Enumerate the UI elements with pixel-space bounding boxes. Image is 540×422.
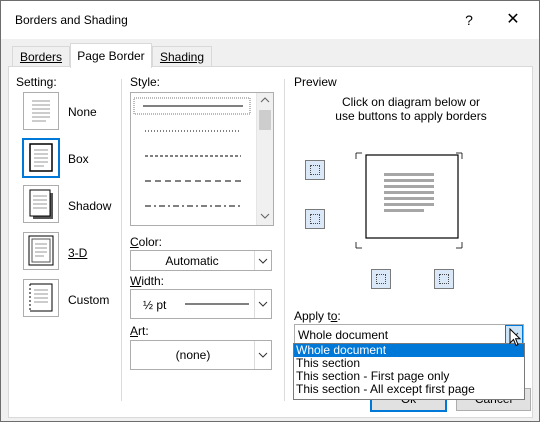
none-lines-graphic bbox=[32, 100, 50, 122]
color-label-rest: olor: bbox=[138, 235, 163, 249]
style-line-samples bbox=[133, 97, 251, 207]
box-graphic bbox=[29, 143, 53, 172]
apply-to-value: Whole document bbox=[298, 328, 389, 342]
art-label: Art: bbox=[130, 324, 149, 338]
art-value: (none) bbox=[175, 348, 211, 362]
color-dropdown[interactable]: Automatic bbox=[130, 250, 272, 271]
right-border-button[interactable] bbox=[434, 269, 454, 289]
preview-instructions-line2: use buttons to apply borders bbox=[335, 109, 487, 123]
setting-3d-label[interactable]: 3-D bbox=[68, 246, 87, 260]
bottom-border-button[interactable] bbox=[305, 209, 325, 229]
tab-shading[interactable]: Shading bbox=[152, 46, 212, 67]
color-label: Color: bbox=[130, 235, 163, 249]
scroll-thumb bbox=[259, 110, 271, 130]
borders-and-shading-dialog: Borders and Shading ? ✕ Borders Page Bor… bbox=[0, 0, 540, 422]
tab-shading-label: Shading bbox=[159, 50, 205, 64]
setting-shadow-icon[interactable] bbox=[23, 185, 59, 223]
setting-none-icon[interactable] bbox=[23, 92, 59, 130]
setting-none-label[interactable]: None bbox=[68, 105, 97, 119]
3d-graphic bbox=[28, 235, 54, 266]
setting-label: Setting: bbox=[16, 75, 57, 89]
scroll-down-arrow-icon bbox=[260, 213, 270, 219]
width-label: Width: bbox=[130, 274, 165, 288]
tab-page-border[interactable]: Page Border bbox=[70, 43, 152, 68]
chevron-down-icon[interactable] bbox=[254, 251, 271, 270]
column-divider bbox=[121, 79, 122, 401]
setting-box-label[interactable]: Box bbox=[68, 152, 89, 166]
apply-to-label: Apply to: bbox=[294, 309, 341, 323]
apply-to-option[interactable]: This section - All except first page bbox=[294, 383, 524, 396]
width-dropdown[interactable]: ½ pt bbox=[130, 289, 272, 319]
top-border-button[interactable] bbox=[305, 160, 325, 180]
left-border-button[interactable] bbox=[371, 269, 391, 289]
scroll-up-arrow-icon bbox=[260, 97, 270, 103]
tab-borders[interactable]: Borders bbox=[12, 46, 70, 67]
title-bar: Borders and Shading ? ✕ bbox=[1, 1, 539, 39]
width-line-sample bbox=[185, 303, 249, 305]
close-button[interactable]: ✕ bbox=[497, 8, 529, 32]
setting-3d-icon[interactable] bbox=[23, 232, 59, 270]
chevron-down-icon[interactable] bbox=[254, 341, 271, 369]
preview-label: Preview bbox=[294, 75, 337, 89]
preview-diagram[interactable] bbox=[354, 151, 474, 251]
tab-borders-label: Borders bbox=[19, 50, 63, 64]
column-divider-2 bbox=[284, 79, 285, 401]
chevron-down-icon[interactable] bbox=[254, 290, 271, 318]
setting-custom-icon[interactable] bbox=[23, 279, 59, 317]
apply-to-options-list[interactable]: Whole document This section This section… bbox=[293, 343, 525, 400]
tab-page-border-label: Page Border bbox=[77, 49, 145, 63]
width-value: ½ pt bbox=[143, 298, 167, 312]
preview-instructions-line1: Click on diagram below or bbox=[341, 95, 481, 109]
style-scrollbar[interactable] bbox=[256, 93, 273, 225]
style-label: Style: bbox=[130, 75, 161, 89]
setting-box-icon[interactable] bbox=[22, 138, 60, 178]
apply-to-dropdown[interactable]: Whole document bbox=[294, 324, 524, 345]
setting-custom-label[interactable]: Custom bbox=[68, 293, 109, 307]
art-dropdown[interactable]: (none) bbox=[130, 340, 272, 370]
style-listbox[interactable] bbox=[130, 92, 274, 226]
scrollbar-graphic bbox=[259, 97, 271, 219]
window-title: Borders and Shading bbox=[15, 13, 128, 27]
help-button[interactable]: ? bbox=[457, 8, 481, 32]
setting-shadow-label[interactable]: Shadow bbox=[68, 199, 111, 213]
color-value: Automatic bbox=[165, 254, 219, 268]
custom-graphic bbox=[29, 283, 53, 312]
mouse-cursor-icon bbox=[509, 328, 522, 347]
preview-instructions: Click on diagram below or use buttons to… bbox=[321, 95, 501, 123]
shadow-graphic bbox=[29, 189, 53, 219]
